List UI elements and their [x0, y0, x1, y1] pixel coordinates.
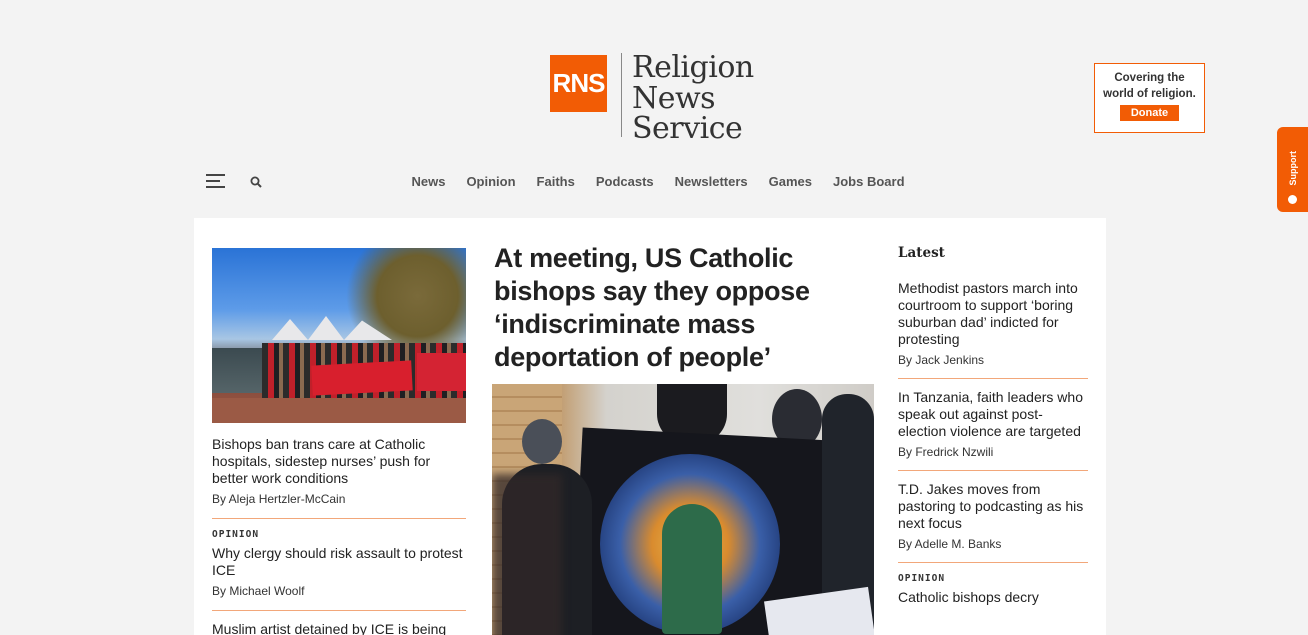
logo-line: News	[632, 80, 716, 116]
logo-mark: RNS	[550, 55, 607, 112]
nav-item-news[interactable]: News	[411, 174, 445, 189]
latest-item: In Tanzania, faith leaders who speak out…	[898, 389, 1088, 459]
support-tab[interactable]: Support	[1277, 127, 1308, 212]
nav-item-newsletters[interactable]: Newsletters	[675, 174, 748, 189]
donate-tagline: Covering the world of religion.	[1095, 70, 1204, 102]
latest-item-kicker: OPINION	[898, 573, 946, 584]
lead-headline[interactable]: At meeting, US Catholic bishops say they…	[494, 242, 876, 374]
lead-photo[interactable]	[492, 384, 874, 635]
content-card: Bishops ban trans care at Catholic hospi…	[194, 218, 1106, 635]
tagline-line: world of religion.	[1103, 88, 1196, 100]
main-nav: News Opinion Faiths Podcasts Newsletters…	[0, 174, 1308, 189]
nav-item-opinion[interactable]: Opinion	[466, 174, 515, 189]
logo-wordmark: Religion News Service	[632, 50, 754, 146]
divider	[898, 378, 1088, 379]
divider	[212, 610, 466, 611]
latest-item-title[interactable]: Catholic bishops decry	[898, 589, 1088, 606]
lead-story: At meeting, US Catholic bishops say they…	[492, 242, 876, 635]
story-title[interactable]: Muslim artist detained by ICE is being	[212, 621, 466, 635]
latest-item-byline[interactable]: By Fredrick Nzwili	[898, 445, 1088, 459]
logo-line: Religion	[632, 50, 754, 85]
logo-divider	[621, 53, 622, 137]
nav-item-games[interactable]: Games	[769, 174, 812, 189]
latest-item-title[interactable]: In Tanzania, faith leaders who speak out…	[898, 389, 1088, 440]
heart-icon	[1288, 195, 1297, 204]
site-logo[interactable]: RNS Religion News Service	[550, 50, 754, 146]
left-column: Bishops ban trans care at Catholic hospi…	[212, 248, 466, 635]
latest-item-title[interactable]: T.D. Jakes moves from pastoring to podca…	[898, 481, 1088, 532]
latest-item: T.D. Jakes moves from pastoring to podca…	[898, 481, 1088, 551]
donate-promo: Covering the world of religion. Donate	[1094, 63, 1205, 133]
divider	[898, 470, 1088, 471]
latest-heading: Latest	[898, 245, 945, 261]
story-title[interactable]: Bishops ban trans care at Catholic hospi…	[212, 436, 466, 487]
divider	[212, 518, 466, 519]
tagline-line: Covering the	[1114, 72, 1185, 84]
story-byline[interactable]: By Michael Woolf	[212, 584, 466, 598]
nav-item-jobs-board[interactable]: Jobs Board	[833, 174, 905, 189]
donate-button[interactable]: Donate	[1119, 105, 1180, 121]
latest-column: Latest Methodist pastors march into cour…	[898, 245, 1088, 606]
latest-item: Methodist pastors march into courtroom t…	[898, 280, 1088, 367]
latest-item: OPINION Catholic bishops decry	[898, 573, 1088, 606]
story-kicker: OPINION	[212, 529, 260, 540]
divider	[898, 562, 1088, 563]
story-title[interactable]: Why clergy should risk assault to protes…	[212, 545, 466, 579]
story-byline[interactable]: By Aleja Hertzler-McCain	[212, 492, 466, 506]
logo-line: Service	[632, 111, 743, 146]
story-photo[interactable]	[212, 248, 466, 423]
nav-item-podcasts[interactable]: Podcasts	[596, 174, 654, 189]
latest-item-byline[interactable]: By Adelle M. Banks	[898, 537, 1088, 551]
nav-item-faiths[interactable]: Faiths	[537, 174, 575, 189]
latest-item-title[interactable]: Methodist pastors march into courtroom t…	[898, 280, 1088, 348]
latest-item-byline[interactable]: By Jack Jenkins	[898, 353, 1088, 367]
